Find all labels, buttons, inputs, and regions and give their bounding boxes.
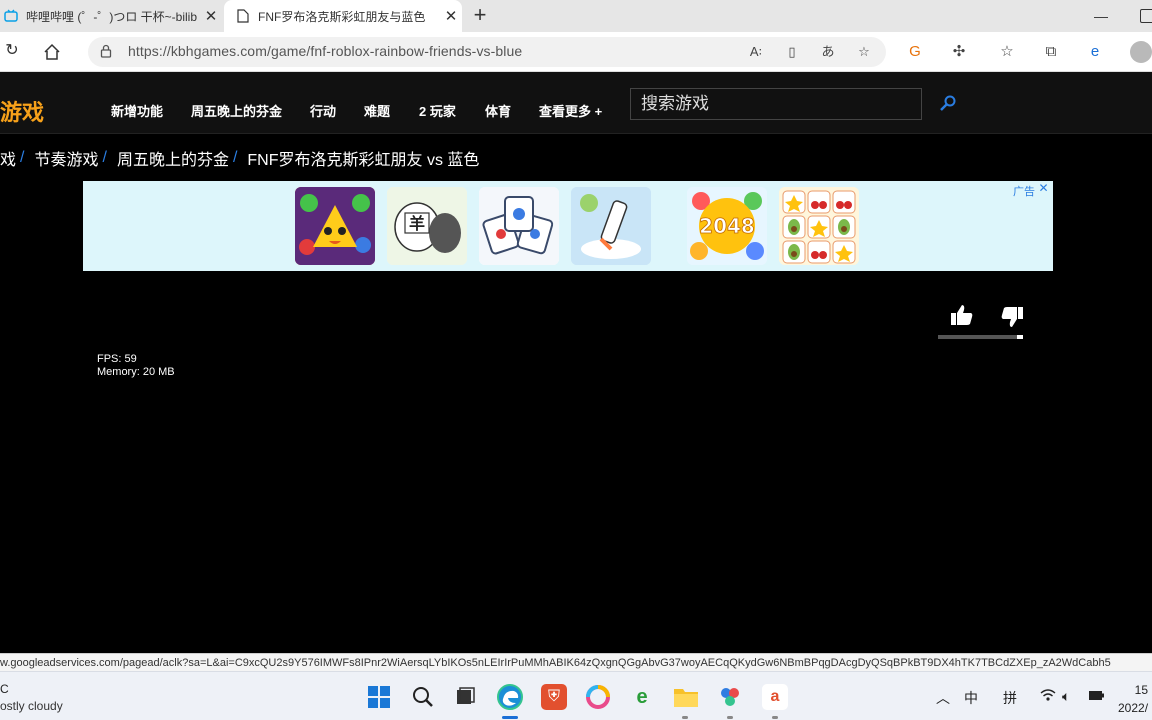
clock[interactable]: 15 2022/ bbox=[1118, 681, 1148, 717]
nav-new[interactable]: 新增功能 bbox=[111, 101, 163, 120]
taskbar: C ostly cloudy ⛨ e a ︿ 中 拼 🔈︎ 15 2022/ bbox=[0, 671, 1152, 720]
breadcrumb-fnf[interactable]: 周五晚上的芬金 bbox=[117, 146, 229, 170]
profile-avatar[interactable] bbox=[1130, 41, 1152, 63]
nav-more[interactable]: 查看更多 + bbox=[539, 101, 602, 120]
search-icon[interactable] bbox=[410, 684, 436, 710]
memory-text: Memory: 20 MB bbox=[97, 366, 175, 378]
breadcrumb-separator: / bbox=[232, 149, 238, 166]
task-view-icon[interactable] bbox=[452, 684, 478, 710]
refresh-icon[interactable]: ↻ bbox=[0, 40, 24, 64]
breadcrumb-current: FNF罗布洛克斯彩虹朋友 vs 蓝色 bbox=[247, 152, 480, 169]
nav-sports[interactable]: 体育 bbox=[485, 101, 511, 120]
nav-2player[interactable]: 2 玩家 bbox=[419, 101, 456, 120]
site-header: 游戏 新增功能 周五晚上的芬金 行动 难题 2 玩家 体育 查看更多 + bbox=[0, 72, 1152, 134]
search-box bbox=[630, 88, 922, 120]
game-canvas[interactable] bbox=[0, 271, 1152, 653]
breadcrumb-rhythm[interactable]: 节奏游戏 bbox=[34, 146, 98, 170]
thumbs-down-icon[interactable] bbox=[998, 304, 1026, 332]
ad-game-pencil[interactable] bbox=[571, 187, 651, 265]
bilibili-icon bbox=[4, 9, 18, 23]
active-indicator bbox=[502, 716, 518, 719]
weather-temp[interactable]: C bbox=[0, 682, 9, 696]
breadcrumb-separator: / bbox=[102, 149, 107, 166]
ime-mode[interactable]: 中 bbox=[964, 688, 978, 708]
nav-action[interactable]: 行动 bbox=[310, 101, 336, 120]
photos-icon[interactable] bbox=[585, 684, 611, 710]
search-input[interactable] bbox=[641, 89, 921, 119]
url-text[interactable]: https://kbhgames.com/game/fnf-roblox-rai… bbox=[128, 43, 522, 59]
nav-fnf[interactable]: 周五晚上的芬金 bbox=[191, 101, 282, 120]
file-explorer-icon[interactable] bbox=[673, 684, 699, 710]
thumbs-up-icon[interactable] bbox=[948, 302, 976, 330]
minimize-button[interactable]: — bbox=[1092, 8, 1110, 24]
fps-text: FPS: 59 bbox=[97, 353, 137, 365]
read-aloud-icon[interactable]: A꞉ bbox=[746, 42, 766, 62]
tab-title: FNF罗布洛克斯彩虹朋友与蓝色 bbox=[258, 9, 426, 24]
address-bar-row: ↻ https://kbhgames.com/game/fnf-roblox-r… bbox=[0, 32, 1152, 72]
home-icon[interactable] bbox=[40, 40, 64, 64]
edge-browser-icon[interactable] bbox=[497, 684, 523, 710]
close-icon[interactable]: ✕ bbox=[1037, 182, 1050, 195]
ad-game-sheep[interactable]: 羊 bbox=[387, 187, 467, 265]
search-icon[interactable] bbox=[938, 94, 958, 114]
page-icon bbox=[236, 9, 250, 23]
ie-browser-icon[interactable]: e bbox=[629, 684, 655, 710]
breadcrumb-games[interactable]: 戏 bbox=[0, 146, 16, 170]
close-icon[interactable]: ✕ bbox=[200, 7, 222, 25]
ad-banner[interactable]: 广告 ✕ 羊 2048 bbox=[83, 181, 1053, 271]
game-2048-label: 2048 bbox=[699, 214, 755, 238]
rating-bar-fill bbox=[938, 335, 1018, 339]
new-tab-button[interactable]: + bbox=[468, 4, 492, 28]
windows-start-icon[interactable] bbox=[366, 684, 392, 710]
browser-tab-bar: 哔哩哔哩 (゜-゜)つロ 干杯~-bilib ✕ FNF罗布洛克斯彩虹朋友与蓝色… bbox=[0, 0, 1152, 32]
running-indicator bbox=[682, 716, 688, 719]
tab-bilibili[interactable]: 哔哩哔哩 (゜-゜)つロ 干杯~-bilib ✕ bbox=[0, 0, 222, 32]
ad-label: 广告 bbox=[1013, 186, 1035, 198]
ad-game-mahjong[interactable] bbox=[479, 187, 559, 265]
brave-icon[interactable]: ⛨ bbox=[541, 684, 567, 710]
app-icon[interactable] bbox=[717, 684, 743, 710]
running-indicator bbox=[727, 716, 733, 719]
translate-icon[interactable]: あ bbox=[818, 42, 838, 62]
breadcrumb: 戏 / 节奏游戏 / 周五晚上的芬金 / FNF罗布洛克斯彩虹朋友 vs 蓝色 bbox=[0, 146, 479, 170]
collections-icon[interactable]: ⧉ bbox=[1040, 41, 1062, 63]
clock-time: 15 bbox=[1134, 683, 1149, 697]
weather-desc[interactable]: ostly cloudy bbox=[0, 699, 63, 713]
maximize-button[interactable] bbox=[1140, 9, 1152, 23]
wifi-icon[interactable] bbox=[1040, 688, 1056, 705]
edge-sidebar-icon[interactable]: e bbox=[1084, 41, 1106, 63]
ad-game-fruit-match[interactable] bbox=[779, 187, 859, 265]
presentation-app-icon[interactable]: a bbox=[762, 684, 788, 710]
ad-game-2048[interactable]: 2048 bbox=[687, 187, 767, 265]
lock-icon[interactable] bbox=[100, 44, 112, 61]
ime-layout[interactable]: 拼 bbox=[1003, 688, 1017, 708]
tab-kbhgames[interactable]: FNF罗布洛克斯彩虹朋友与蓝色 ✕ bbox=[224, 0, 462, 32]
rating-bar bbox=[938, 335, 1023, 339]
battery-icon[interactable] bbox=[1088, 688, 1106, 705]
close-icon[interactable]: ✕ bbox=[440, 7, 462, 25]
tab-title: 哔哩哔哩 (゜-゜)つロ 干杯~-bilib bbox=[26, 9, 198, 24]
ad-game-bird[interactable] bbox=[295, 187, 375, 265]
chevron-up-icon[interactable]: ︿ bbox=[936, 688, 950, 708]
running-indicator bbox=[772, 716, 778, 719]
immersive-reader-icon[interactable]: ▯ bbox=[782, 42, 802, 62]
add-favorite-icon[interactable]: ☆ bbox=[854, 42, 874, 62]
nav-puzzle[interactable]: 难题 bbox=[364, 101, 390, 120]
sheep-game-label: 羊 bbox=[409, 214, 425, 233]
site-logo[interactable]: 游戏 bbox=[0, 95, 44, 127]
extensions-icon[interactable]: ✣ bbox=[948, 41, 970, 63]
breadcrumb-separator: / bbox=[20, 149, 25, 166]
clock-date: 2022/ bbox=[1118, 701, 1149, 715]
status-url: w.googleadservices.com/pagead/aclk?sa=L&… bbox=[0, 653, 1152, 671]
volume-icon[interactable]: 🔈︎ bbox=[1062, 688, 1070, 705]
fps-counter: FPS: 59 Memory: 20 MB bbox=[97, 353, 175, 379]
grammarly-extension-icon[interactable]: G bbox=[904, 41, 926, 63]
omnibox[interactable]: https://kbhgames.com/game/fnf-roblox-rai… bbox=[88, 37, 886, 67]
favorites-icon[interactable]: ☆ bbox=[996, 41, 1018, 63]
